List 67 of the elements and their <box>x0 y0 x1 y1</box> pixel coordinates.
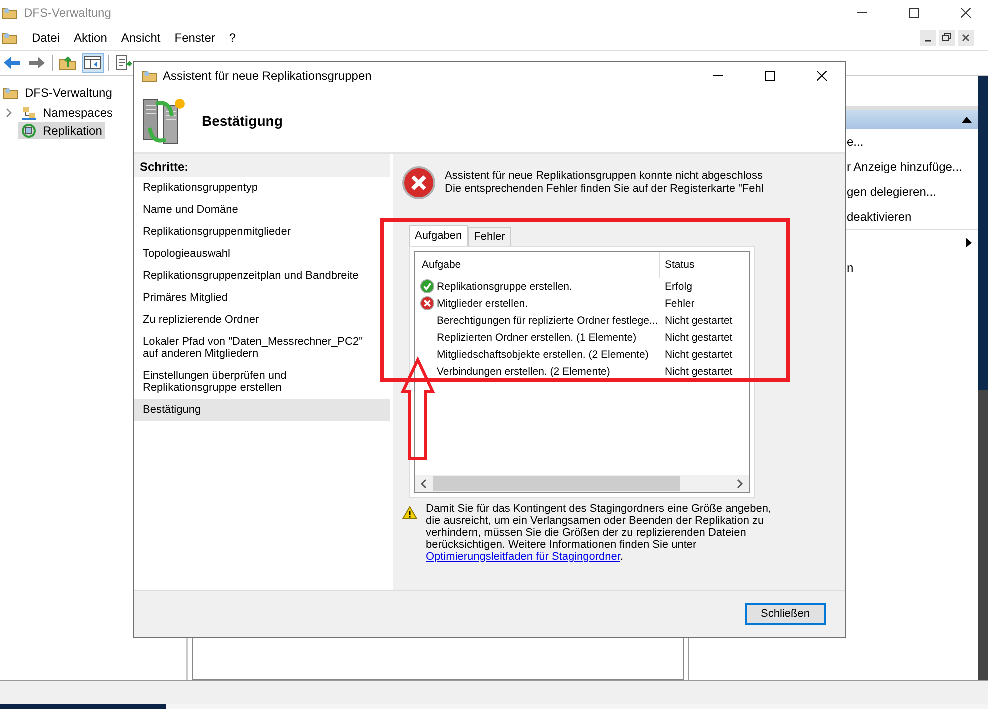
task-cell-text: Mitglieder erstellen. <box>437 298 530 310</box>
server-replication-icon <box>142 96 186 146</box>
close-icon[interactable] <box>817 71 827 81</box>
status-cell-text: Nicht gestartet <box>664 332 733 344</box>
horizontal-scrollbar[interactable] <box>415 475 749 492</box>
forward-arrow-icon[interactable] <box>27 54 47 72</box>
task-cell-text: Replikationsgruppe erstellen. <box>437 280 574 292</box>
minimize-icon[interactable] <box>920 30 936 46</box>
step-item[interactable]: Lokaler Pfad von "Daten_Messrechner_PC2" auf anderen Mitgliedern <box>134 331 390 365</box>
step-item[interactable]: Einstellungen überprüfen und Replikationsgruppe erstellen <box>134 365 390 399</box>
step-item[interactable]: Replikationsgruppenzeitplan und Bandbreite <box>134 265 390 287</box>
step-item[interactable]: Topologieauswahl <box>134 243 390 265</box>
step-item[interactable]: Primäres Mitglied <box>134 287 390 309</box>
export-list-icon[interactable] <box>114 54 134 72</box>
status-cell-text: Erfolg <box>664 280 692 292</box>
success-check-icon <box>420 279 435 294</box>
submenu-arrow-icon[interactable] <box>966 238 972 248</box>
tree-item[interactable]: Namespaces <box>18 104 116 121</box>
page-heading: Bestätigung <box>202 113 283 129</box>
tab[interactable]: Fehler <box>468 227 512 246</box>
warning-icon <box>402 506 418 520</box>
guide-link[interactable]: Optimierungsleitfaden für Stagingordner <box>426 551 620 563</box>
task-cell-text: Replizierten Ordner erstellen. (1 Elemente) <box>437 332 638 344</box>
maximize-icon[interactable] <box>909 8 919 18</box>
back-arrow-icon[interactable] <box>2 54 22 72</box>
step-item[interactable]: Replikationsgruppentyp <box>134 177 390 199</box>
close-icon[interactable] <box>958 30 974 46</box>
window-title: DFS-Verwaltung <box>24 6 112 20</box>
error-icon <box>402 166 436 200</box>
column-header[interactable]: Aufgabe <box>415 252 660 278</box>
dialog-title: Assistent für neue Replikationsgruppen <box>163 69 372 83</box>
menu-item[interactable]: Aktion <box>74 30 108 44</box>
menu-item[interactable]: Fenster <box>174 30 216 44</box>
task-cell-text: Verbindungen erstellen. (2 Elemente) <box>437 366 612 378</box>
namespace-icon <box>21 104 37 120</box>
folder-up-icon[interactable] <box>58 54 78 72</box>
maximize-icon[interactable] <box>765 71 775 81</box>
menu-item[interactable]: ? <box>229 30 236 44</box>
close-button[interactable]: Schließen <box>745 603 826 625</box>
restore-icon[interactable] <box>939 30 955 46</box>
status-cell-text: Nicht gestartet <box>664 348 733 360</box>
close-icon[interactable] <box>961 8 971 18</box>
tree-item[interactable]: Replikation <box>18 122 106 139</box>
tree-item[interactable]: DFS-Verwaltung <box>0 84 116 101</box>
error-icon <box>420 296 435 311</box>
step-item[interactable]: Zu replizierende Ordner <box>134 309 390 331</box>
step-item[interactable]: Name und Domäne <box>134 199 390 221</box>
step-item[interactable]: Replikationsgruppenmitglieder <box>134 221 390 243</box>
replication-icon <box>21 122 37 138</box>
expand-chevron-icon[interactable] <box>5 108 13 118</box>
collapse-triangle-icon[interactable] <box>962 116 972 122</box>
steps-header: Schritte: <box>134 156 390 177</box>
panel-toggle-icon[interactable] <box>83 54 103 72</box>
task-cell-text: Mitgliedschaftsobjekte erstellen. (2 Elemente) <box>437 348 650 360</box>
menu-item[interactable]: Datei <box>32 30 60 44</box>
tab[interactable]: Aufgaben <box>409 225 468 246</box>
column-header[interactable]: Status <box>660 259 695 271</box>
status-cell-text: Nicht gestartet <box>664 366 733 378</box>
status-cell-text: Nicht gestartet <box>664 314 733 326</box>
task-cell-text: Berechtigungen für replizierte Ordner festlege... <box>437 314 660 326</box>
scrollbar-thumb[interactable] <box>433 476 680 491</box>
error-message: Die entsprechenden Fehler finden Sie auf der Registerkarte "Fehl <box>445 183 764 196</box>
error-message: Assistent für neue Replikationsgruppen konnte nicht abgeschloss <box>445 170 764 183</box>
step-item[interactable]: Bestätigung <box>134 399 390 421</box>
status-cell-text: Fehler <box>664 298 695 310</box>
warning-text: Damit Sie für das Kontingent des Stagingordners eine Größe angeben, die ausreicht, um ein Verlangsamen oder Beenden der Replikation zu verhindern, müssen Sie die Größen der zu replizierenden Dateien berücksichtigen. Weitere Informationen finden Sie unter Optimierungsleitfaden für Stagingordner. <box>426 503 772 563</box>
menu-item[interactable]: Ansicht <box>121 30 161 44</box>
